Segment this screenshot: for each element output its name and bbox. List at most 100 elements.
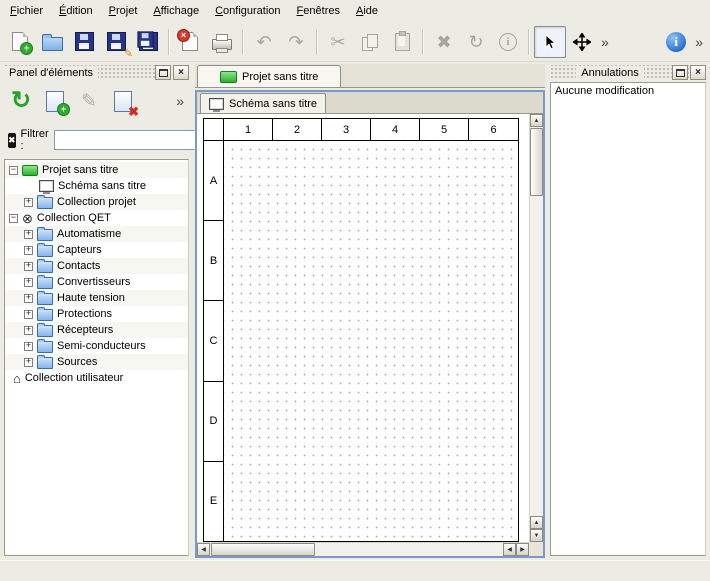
tree-item-contacts[interactable]: + Contacts	[5, 258, 188, 274]
delete-element-button[interactable]: ✖	[108, 86, 138, 116]
undo-history-list[interactable]: Aucune modification	[550, 82, 706, 556]
collapse-expander-icon[interactable]: −	[9, 214, 18, 223]
scroll-left-button[interactable]: ◀	[503, 543, 516, 556]
vertical-scroll-thumb[interactable]	[530, 128, 543, 196]
horizontal-scrollbar[interactable]: ◀ ◀ ▶	[197, 542, 529, 556]
folder-icon	[37, 277, 53, 289]
save-all-button[interactable]	[132, 26, 164, 58]
tree-item-convertisseurs[interactable]: + Convertisseurs	[5, 274, 188, 290]
column-ruler: 1 2 3 4 5 6	[204, 119, 518, 141]
tree-item-protections[interactable]: + Protections	[5, 306, 188, 322]
menu-fichier[interactable]: Fichier	[2, 2, 51, 20]
cut-button[interactable]: ✂	[322, 26, 354, 58]
home-icon: ⌂	[13, 372, 21, 385]
scroll-up-button[interactable]: ▲	[530, 516, 543, 529]
elements-panel-toolbar: ↻ + ✎ ✖ »	[2, 81, 191, 121]
diagram-grid-canvas[interactable]	[224, 141, 518, 541]
new-element-button[interactable]: +	[40, 86, 70, 116]
tree-item-label: Semi-conducteurs	[57, 340, 146, 352]
menu-aide[interactable]: Aide	[348, 2, 386, 20]
expand-expander-icon[interactable]: +	[24, 326, 33, 335]
element-info-button[interactable]: i	[492, 26, 524, 58]
save-button[interactable]	[68, 26, 100, 58]
project-tab-bar: Projet sans titre	[195, 64, 545, 88]
expand-expander-icon[interactable]: +	[24, 198, 33, 207]
schema-tab[interactable]: Schéma sans titre	[200, 93, 326, 113]
new-document-button[interactable]: +	[4, 26, 36, 58]
expand-expander-icon[interactable]: +	[24, 262, 33, 271]
print-button[interactable]	[206, 26, 238, 58]
menu-edition[interactable]: Édition	[51, 2, 101, 20]
scroll-left-button[interactable]: ◀	[197, 543, 210, 556]
expand-expander-icon[interactable]: +	[24, 246, 33, 255]
expand-expander-icon[interactable]: +	[24, 294, 33, 303]
expand-expander-icon[interactable]: +	[24, 278, 33, 287]
rotate-button[interactable]: ↻	[460, 26, 492, 58]
close-panel-button[interactable]: ×	[173, 65, 189, 80]
elements-panel-title: Panel d'éléments	[4, 67, 98, 79]
expand-expander-icon[interactable]: +	[24, 342, 33, 351]
menu-configuration[interactable]: Configuration	[207, 2, 288, 20]
elements-panel-titlebar[interactable]: Panel d'éléments ×	[4, 65, 189, 80]
row-header: D	[204, 382, 223, 462]
folder-icon	[37, 293, 53, 305]
save-as-icon	[107, 32, 126, 51]
column-header: 1	[224, 119, 273, 140]
close-panel-button[interactable]: ×	[690, 65, 706, 80]
save-as-button[interactable]: ✎	[100, 26, 132, 58]
edit-element-button[interactable]: ✎	[74, 86, 104, 116]
tree-item-capteurs[interactable]: + Capteurs	[5, 242, 188, 258]
undo-history-item[interactable]: Aucune modification	[551, 83, 705, 99]
float-panel-button[interactable]	[672, 65, 688, 80]
delete-button[interactable]: ✖	[428, 26, 460, 58]
project-tab[interactable]: Projet sans titre	[197, 65, 341, 87]
expand-expander-icon[interactable]: +	[24, 358, 33, 367]
ruler-corner	[204, 119, 224, 140]
toolbar-overflow-chevron[interactable]: »	[598, 34, 612, 50]
about-button[interactable]: i	[660, 26, 692, 58]
close-document-button[interactable]: ×	[174, 26, 206, 58]
selection-tool-button[interactable]	[534, 26, 566, 58]
undo-button[interactable]: ↶	[248, 26, 280, 58]
schema-view[interactable]: 1 2 3 4 5 6 A B C D	[197, 114, 543, 556]
toolbar-overflow-chevron-right[interactable]: »	[692, 34, 706, 50]
undo-panel-titlebar[interactable]: Annulations ×	[550, 65, 706, 80]
horizontal-scroll-thumb[interactable]	[211, 543, 315, 556]
float-panel-button[interactable]	[155, 65, 171, 80]
reload-collections-button[interactable]: ↻	[6, 86, 36, 116]
menu-projet[interactable]: Projet	[101, 2, 146, 20]
paste-button[interactable]	[386, 26, 418, 58]
tree-item-recepteurs[interactable]: + Récepteurs	[5, 322, 188, 338]
panel-toolbar-overflow-chevron[interactable]: »	[173, 93, 187, 109]
scroll-right-button[interactable]: ▶	[516, 543, 529, 556]
open-button[interactable]	[36, 26, 68, 58]
scroll-down-button[interactable]: ▼	[530, 529, 543, 542]
filter-clear-icon[interactable]: ✖	[8, 133, 16, 148]
vertical-scrollbar[interactable]: ▲ ▲ ▼	[529, 114, 543, 542]
info-grey-icon: i	[499, 33, 517, 51]
collapse-expander-icon[interactable]: −	[9, 166, 18, 175]
tree-item-haute-tension[interactable]: + Haute tension	[5, 290, 188, 306]
expand-expander-icon[interactable]: +	[24, 310, 33, 319]
menu-fenetres[interactable]: Fenêtres	[289, 2, 348, 20]
tree-item-collection-projet[interactable]: + Collection projet	[5, 194, 188, 210]
qelectrotech-window: Fichier Édition Projet Affichage Configu…	[0, 0, 710, 581]
redo-button[interactable]: ↷	[280, 26, 312, 58]
expand-expander-icon[interactable]: +	[24, 230, 33, 239]
tree-item-schema[interactable]: Schéma sans titre	[5, 178, 188, 194]
float-icon	[159, 69, 168, 77]
tree-item-sources[interactable]: + Sources	[5, 354, 188, 370]
tree-item-semi-conducteurs[interactable]: + Semi-conducteurs	[5, 338, 188, 354]
tree-item-collection-qet[interactable]: − ⊗ Collection QET	[5, 210, 188, 226]
move-tool-button[interactable]	[566, 26, 598, 58]
tree-item-collection-utilisateur[interactable]: ⌂ Collection utilisateur	[5, 370, 188, 386]
undo-panel-title: Annulations	[576, 67, 644, 79]
copy-button[interactable]	[354, 26, 386, 58]
menu-affichage[interactable]: Affichage	[145, 2, 207, 20]
filter-input[interactable]	[54, 130, 202, 150]
tree-item-automatisme[interactable]: + Automatisme	[5, 226, 188, 242]
tree-item-project[interactable]: − Projet sans titre	[5, 162, 188, 178]
scroll-up-button[interactable]: ▲	[530, 114, 543, 127]
save-all-icon-2	[137, 31, 153, 47]
filter-row: ✖ Filtrer :	[2, 127, 191, 153]
